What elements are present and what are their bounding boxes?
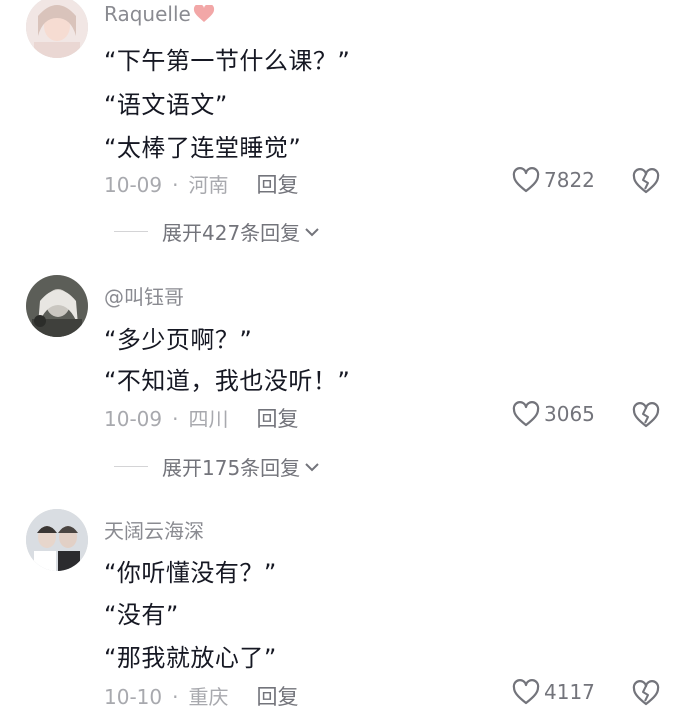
comment-location: 重庆 bbox=[188, 685, 229, 709]
heart-outline-icon bbox=[512, 401, 540, 427]
comment-text-line: “那我就放心了” bbox=[104, 644, 277, 672]
dislike-button[interactable] bbox=[632, 679, 660, 707]
dislike-button[interactable] bbox=[632, 401, 660, 429]
comment-date: 10-09 bbox=[104, 407, 163, 431]
expand-replies-button[interactable]: 展开427条回复 bbox=[114, 217, 320, 246]
broken-heart-icon bbox=[632, 401, 660, 429]
broken-heart-icon bbox=[632, 679, 660, 707]
heart-outline-icon bbox=[512, 167, 540, 193]
broken-heart-icon bbox=[632, 167, 660, 195]
expand-replies-button[interactable]: 展开175条回复 bbox=[114, 452, 320, 481]
expand-replies-label: 展开175条回复 bbox=[162, 456, 301, 480]
comment-meta: 10-10 · 重庆 回复 bbox=[104, 681, 298, 711]
reply-button[interactable]: 回复 bbox=[256, 685, 298, 709]
comment-text-line: “你听懂没有？” bbox=[104, 559, 277, 587]
comment-meta: 10-09 · 四川 回复 bbox=[104, 403, 298, 433]
separator-dot: · bbox=[172, 173, 179, 197]
chevron-down-icon bbox=[305, 227, 319, 236]
comment-text-line: “语文语文” bbox=[104, 91, 228, 119]
like-button[interactable]: 4117 bbox=[512, 679, 595, 705]
dislike-button[interactable] bbox=[632, 167, 660, 195]
comment-date: 10-10 bbox=[104, 685, 163, 709]
avatar[interactable] bbox=[26, 509, 88, 571]
separator-dot: · bbox=[172, 407, 179, 431]
heart-outline-icon bbox=[512, 679, 540, 705]
username[interactable]: @叫钰哥 bbox=[104, 281, 184, 310]
separator-dot: · bbox=[172, 685, 179, 709]
like-button[interactable]: 3065 bbox=[512, 401, 595, 427]
divider-line bbox=[114, 466, 148, 467]
reply-button[interactable]: 回复 bbox=[256, 407, 298, 431]
like-count: 3065 bbox=[544, 402, 595, 426]
like-count: 4117 bbox=[544, 680, 595, 704]
heart-badge-icon bbox=[193, 3, 215, 28]
chevron-down-icon bbox=[305, 462, 319, 471]
comment-text-line: “多少页啊？” bbox=[104, 326, 253, 354]
like-count: 7822 bbox=[544, 168, 595, 192]
username-text[interactable]: Raquelle bbox=[104, 2, 191, 26]
avatar[interactable] bbox=[26, 0, 88, 58]
comment-text-line: “没有” bbox=[104, 601, 179, 629]
expand-replies-label: 展开427条回复 bbox=[162, 221, 301, 245]
comment-text-line: “太棒了连堂睡觉” bbox=[104, 134, 302, 162]
comment-location: 四川 bbox=[188, 407, 229, 431]
comment-text-line: “下午第一节什么课？” bbox=[104, 47, 351, 75]
avatar[interactable] bbox=[26, 275, 88, 337]
username[interactable]: Raquelle bbox=[104, 2, 215, 28]
comment-date: 10-09 bbox=[104, 173, 163, 197]
comment-text-line: “不知道，我也没听！” bbox=[104, 367, 351, 395]
comment-meta: 10-09 · 河南 回复 bbox=[104, 169, 298, 199]
like-button[interactable]: 7822 bbox=[512, 167, 595, 193]
reply-button[interactable]: 回复 bbox=[256, 173, 298, 197]
username[interactable]: 天阔云海深 bbox=[104, 515, 204, 544]
divider-line bbox=[114, 231, 148, 232]
comment-location: 河南 bbox=[188, 173, 229, 197]
